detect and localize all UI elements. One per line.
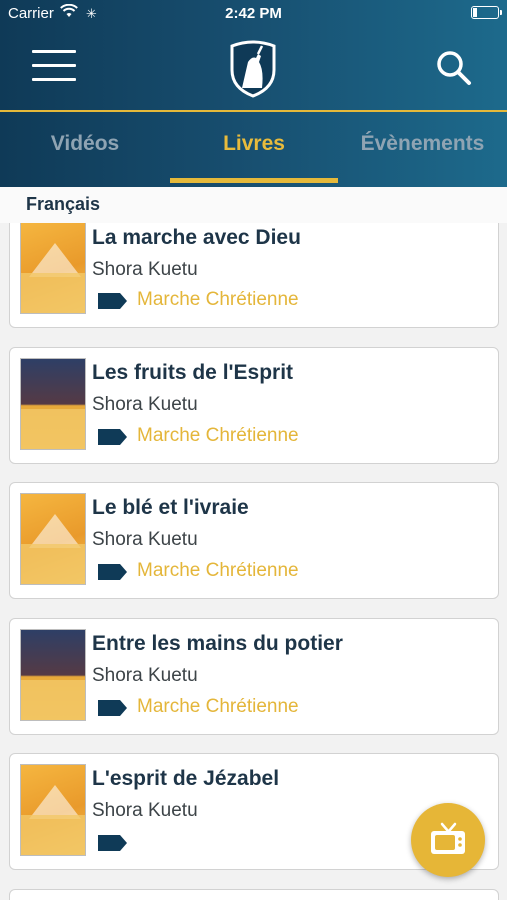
search-icon[interactable]	[434, 48, 474, 88]
book-card[interactable]: Entre les mains du potier Shora Kuetu Ma…	[9, 618, 499, 735]
book-card[interactable]: Les fruits de l'Esprit Shora Kuetu March…	[9, 347, 499, 464]
book-title: Les fruits de l'Esprit	[92, 361, 294, 384]
clock: 2:42 PM	[225, 5, 282, 22]
book-cover-image	[20, 764, 86, 856]
book-author: Shora Kuetu	[92, 259, 198, 280]
book-cover-image	[20, 358, 86, 450]
battery-icon	[471, 6, 502, 19]
language-label: Français	[26, 194, 101, 214]
tv-icon	[431, 822, 465, 854]
book-category: Marche Chrétienne	[137, 289, 299, 310]
book-title: Le blé et l'ivraie	[92, 496, 249, 519]
book-category: Marche Chrétienne	[137, 696, 299, 717]
top-bar: Carrier ✳ 2:42 PM Vidéos Livres Évènemen…	[0, 0, 507, 187]
language-section-header: Français	[0, 187, 507, 223]
book-cover-image	[20, 629, 86, 721]
book-card[interactable]: Le blé et l'ivraie Shora Kuetu Marche Ch…	[9, 482, 499, 599]
book-cover-image	[20, 493, 86, 585]
book-author: Shora Kuetu	[92, 800, 198, 821]
book-category: Marche Chrétienne	[137, 560, 299, 581]
book-card[interactable]: La marche avec Dieu Shora Kuetu Marche C…	[9, 205, 499, 328]
book-category: Marche Chrétienne	[137, 425, 299, 446]
book-cover-image	[20, 222, 86, 314]
tv-fab-button[interactable]	[411, 803, 485, 877]
book-title: La marche avec Dieu	[92, 226, 301, 249]
status-bar: Carrier ✳ 2:42 PM	[0, 0, 507, 28]
tab-videos[interactable]: Vidéos	[0, 132, 170, 156]
book-title: Entre les mains du potier	[92, 632, 343, 655]
tag-icon	[98, 293, 127, 309]
tab-evenements[interactable]: Évènements	[338, 132, 507, 156]
book-card[interactable]	[9, 889, 499, 900]
tag-icon	[98, 700, 127, 716]
book-author: Shora Kuetu	[92, 529, 198, 550]
hamburger-menu-icon[interactable]	[32, 50, 76, 84]
tab-bar: Vidéos Livres Évènements	[0, 112, 507, 187]
tab-livres[interactable]: Livres	[170, 132, 338, 156]
book-author: Shora Kuetu	[92, 394, 198, 415]
active-tab-indicator	[170, 178, 338, 183]
book-author: Shora Kuetu	[92, 665, 198, 686]
tag-icon	[98, 429, 127, 445]
tag-icon	[98, 835, 127, 851]
shield-logo-icon	[230, 40, 276, 98]
book-title: L'esprit de Jézabel	[92, 767, 280, 790]
tag-icon	[98, 564, 127, 580]
